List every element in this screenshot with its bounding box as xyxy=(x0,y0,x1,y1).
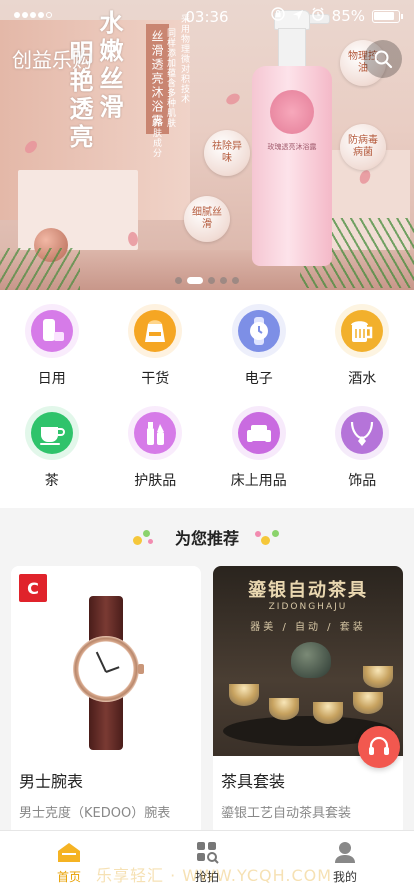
category-icon-ring xyxy=(24,406,79,460)
category-label: 电子 xyxy=(244,371,273,387)
category-item[interactable]: 饰品 xyxy=(311,406,414,504)
feature-bubble: 细腻丝滑 xyxy=(184,196,230,242)
tea-image-title: 鎏银自动茶具 xyxy=(248,580,368,601)
product-image-watch: C xyxy=(11,566,201,756)
product-desc: 鎏银工艺自动茶具套装 xyxy=(221,806,352,821)
user-avatar-icon xyxy=(335,842,355,863)
category-icon-ring xyxy=(231,304,286,358)
category-label: 酒水 xyxy=(348,371,377,387)
carousel-dot[interactable] xyxy=(175,277,182,284)
necklace-icon xyxy=(341,412,384,454)
category-label: 干货 xyxy=(141,371,170,387)
carousel-dot[interactable] xyxy=(187,277,203,284)
battery-icon xyxy=(372,9,403,23)
product-card[interactable]: 鎏银自动茶具 ZIDONGHAJU 器美 / 自动 / 套装 茶具套装 鎏银工艺… xyxy=(213,566,403,836)
daily-goods-icon xyxy=(30,310,73,352)
status-bar: 03:36 85% xyxy=(0,0,414,32)
promo-banner[interactable]: 水嫩丝滑 明艳透亮 丝滑透亮沐浴露 采用物理微对积技术 同样添加蕴含多种肌肤 养… xyxy=(0,0,414,290)
search-button[interactable] xyxy=(364,40,402,78)
category-icon-ring xyxy=(335,304,390,358)
category-item[interactable]: 护肤品 xyxy=(104,406,208,504)
carousel-dot[interactable] xyxy=(220,277,227,284)
category-item[interactable]: 床上用品 xyxy=(207,406,311,504)
category-item[interactable]: 日用 xyxy=(0,304,104,402)
product-card[interactable]: C 男士腕表 男士克度（KEDOO）腕表 xyxy=(11,566,201,836)
category-icon-ring xyxy=(128,304,183,358)
recommend-title: 为您推荐 xyxy=(174,529,239,548)
carousel-indicator[interactable] xyxy=(0,277,414,284)
carousel-dot[interactable] xyxy=(232,277,239,284)
app-screen: 水嫩丝滑 明艳透亮 丝滑透亮沐浴露 采用物理微对积技术 同样添加蕴含多种肌肤 养… xyxy=(0,0,414,896)
location-arrow-icon xyxy=(292,7,304,25)
category-item[interactable]: 干货 xyxy=(104,304,208,402)
rotation-lock-icon xyxy=(270,7,285,25)
watch-electronics-icon xyxy=(237,310,280,352)
category-icon-ring xyxy=(128,406,183,460)
decor-dots-icon xyxy=(131,527,161,547)
category-label: 床上用品 xyxy=(230,473,287,489)
customer-service-button[interactable] xyxy=(358,726,400,768)
beer-mug-icon xyxy=(341,310,384,352)
category-label: 茶 xyxy=(44,473,59,489)
tea-image-tagline: 器美 / 自动 / 套装 xyxy=(250,622,366,633)
petal-decor xyxy=(224,90,242,108)
category-item[interactable]: 酒水 xyxy=(311,304,414,402)
tea-image-subtitle: ZIDONGHAJU xyxy=(268,602,348,612)
decor-dots-icon xyxy=(253,527,283,547)
feature-bubble: 祛除异味 xyxy=(204,130,250,176)
category-label: 饰品 xyxy=(348,473,377,489)
tab-label: 首页 xyxy=(56,870,81,884)
tea-cup-icon xyxy=(30,412,73,454)
banner-description: 同样添加蕴含多种肌肤 xyxy=(165,28,175,128)
home-icon xyxy=(58,843,80,862)
tab-label: 我的 xyxy=(332,870,357,884)
grid-search-icon xyxy=(197,842,219,864)
search-icon xyxy=(374,50,393,69)
category-icon-ring xyxy=(231,406,286,460)
headset-icon xyxy=(369,736,389,755)
recommend-header: 为您推荐 xyxy=(0,508,414,566)
watermark-text: 乐享轻汇 · WWW.YCQH.COM xyxy=(96,866,333,885)
product-bottle-image: 玫瑰透亮沐浴露 xyxy=(252,10,332,268)
category-icon-ring xyxy=(335,406,390,460)
banner-description: 养肤成分 xyxy=(151,118,161,158)
carousel-dot[interactable] xyxy=(208,277,215,284)
product-desc: 男士克度（KEDOO）腕表 xyxy=(19,806,171,821)
category-grid: 日用 干货 电子 酒水茶 护肤品 床上用品 饰品 xyxy=(0,290,414,508)
bottle-label: 玫瑰透亮沐浴露 xyxy=(267,143,317,151)
dry-goods-bag-icon xyxy=(134,310,177,352)
category-label: 日用 xyxy=(37,371,66,387)
category-icon-ring xyxy=(24,304,79,358)
skincare-icon xyxy=(134,412,177,454)
brand-logo-icon: C xyxy=(19,574,47,602)
category-label: 护肤品 xyxy=(134,473,177,489)
feature-bubble: 防病毒病菌 xyxy=(340,124,386,170)
app-brand-title: 创益乐购 xyxy=(12,48,92,72)
category-item[interactable]: 电子 xyxy=(207,304,311,402)
battery-percent: 85% xyxy=(331,7,365,25)
category-item[interactable]: 茶 xyxy=(0,406,104,504)
product-name: 男士腕表 xyxy=(19,772,84,791)
alarm-clock-icon xyxy=(311,7,325,25)
sofa-icon xyxy=(237,412,280,454)
